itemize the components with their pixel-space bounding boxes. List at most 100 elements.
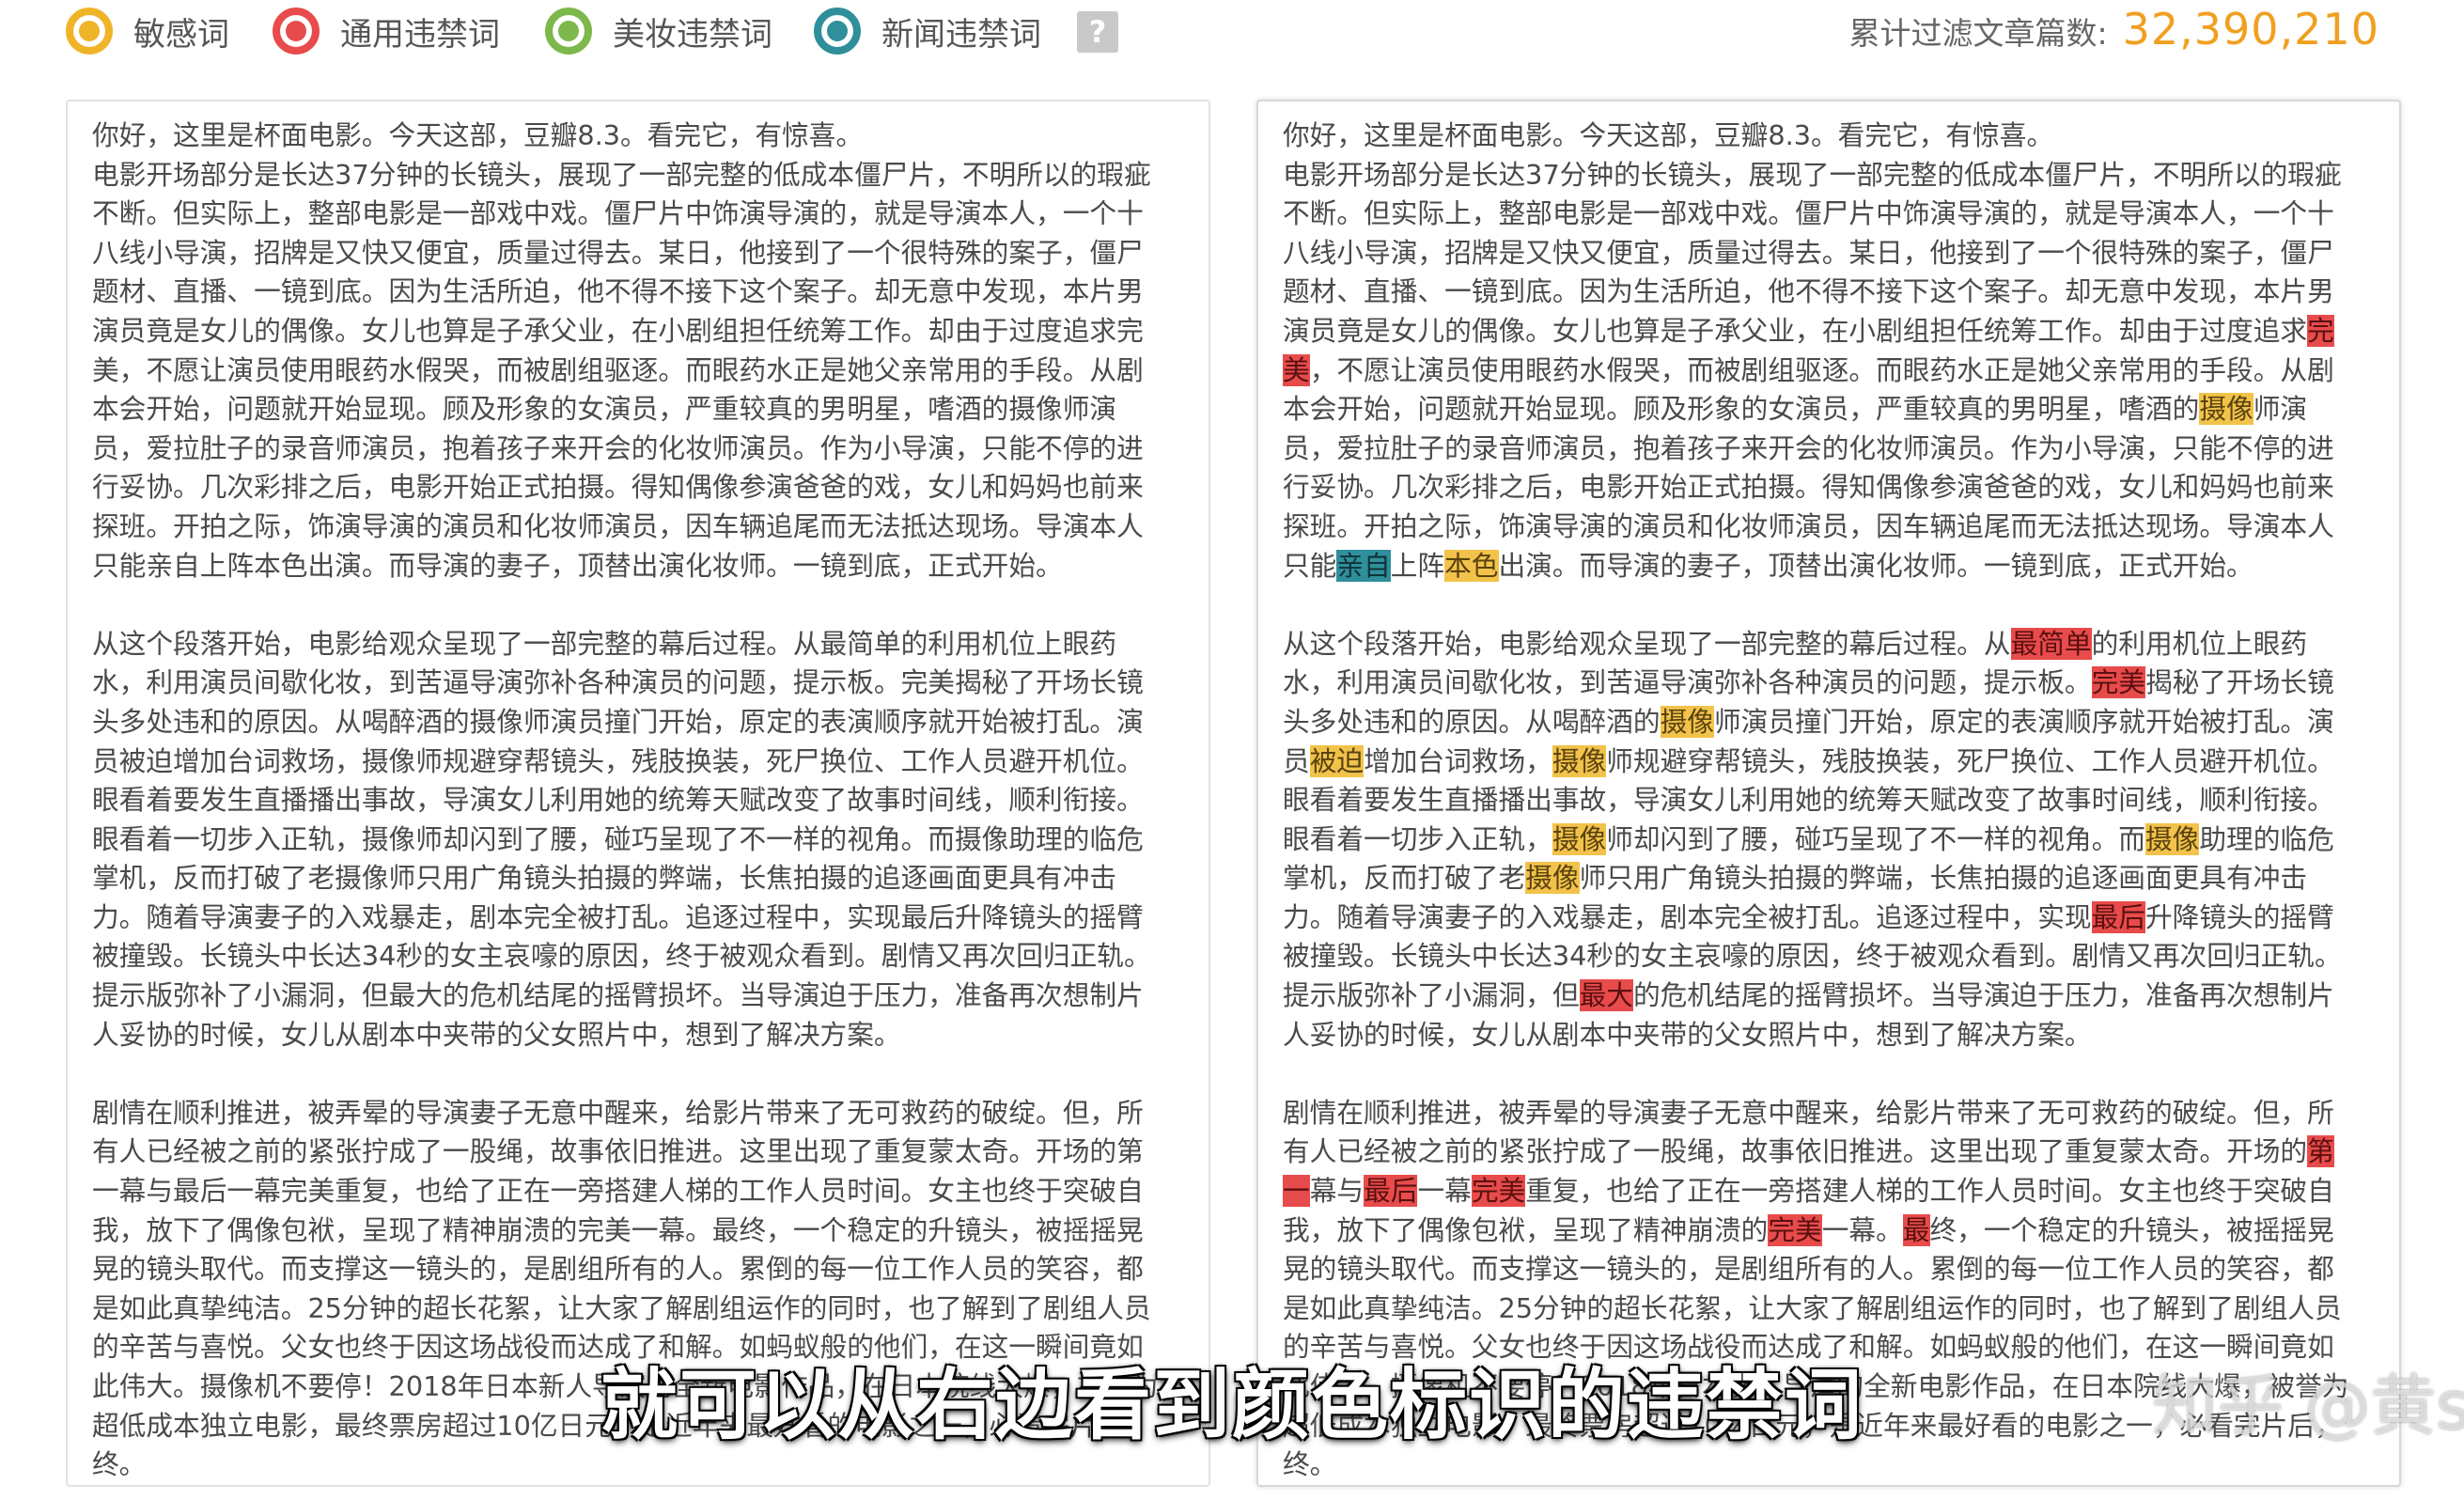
text-line: 掌机，反而打破了老摄像师只用广角镜头拍摄的弊端，长焦拍摄的追逐画面更具有冲击 bbox=[1283, 862, 2308, 895]
text-line: 行妥协。几次彩排之后，电影开始正式拍摄。得知偶像参演爸爸的戏，女儿和妈妈也前来 bbox=[92, 471, 1144, 504]
input-text-area[interactable]: 你好，这里是杯面电影。今天这部，豆瓣8.3。看完它，有惊喜。电影开场部分是长达3… bbox=[92, 117, 1184, 1485]
text-line: 探班。开拍之际，饰演导演的演员和化妆师演员，因车辆追尾而无法抵达现场。导演本人 bbox=[1283, 509, 2334, 542]
text-line: 八线小导演，招牌是又快又便宜，质量过得去。某日，他接到了一个很特殊的案子，僵尸 bbox=[92, 236, 1144, 269]
help-icon[interactable]: ? bbox=[1077, 11, 1118, 53]
text-line: 我，放下了偶像包袱，呈现了精神崩溃的完美一幕。最终，一个稳定的升镜头，被摇摇晃 bbox=[92, 1213, 1144, 1246]
text-line: 你好，这里是杯面电影。今天这部，豆瓣8.3。看完它，有惊喜。 bbox=[92, 119, 864, 151]
text-line: 晃的镜头取代。而支撑这一镜头的，是剧组所有的人。累倒的每一位工作人员的笑容，都 bbox=[92, 1253, 1144, 1286]
text-line: 人妥协的时候，女儿从剧本中夹带的父女照片中，想到了解决方案。 bbox=[92, 1018, 901, 1051]
text-line: 八线小导演，招牌是又快又便宜，质量过得去。某日，他接到了一个很特殊的案子，僵尸 bbox=[1283, 236, 2334, 269]
highlighted-banned-word[interactable]: 完美 bbox=[1768, 1213, 1822, 1246]
legend-label: 通用违禁词 bbox=[340, 15, 500, 54]
video-subtitle: 就可以从右边看到颜色标识的违禁词 bbox=[600, 1361, 1864, 1450]
text-line: 力。随着导演妻子的入戏暴走，剧本完全被打乱。追逐过程中，实现最后升降镜头的摇臂 bbox=[92, 900, 1144, 933]
text-line: 演员竟是女儿的偶像。女儿也算是子承父业，在小剧组担任统筹工作。却由于过度追求完 bbox=[92, 314, 1144, 347]
highlighted-result-text: 你好，这里是杯面电影。今天这部，豆瓣8.3。看完它，有惊喜。电影开场部分是长达3… bbox=[1283, 117, 2375, 1485]
highlighted-banned-word[interactable]: 最后 bbox=[1364, 1175, 1418, 1208]
highlighted-banned-word[interactable]: 完 bbox=[2307, 314, 2334, 347]
legend-label: 新闻违禁词 bbox=[881, 15, 1041, 54]
text-line: 掌机，反而打破了老摄像师只用广角镜头拍摄的弊端，长焦拍摄的追逐画面更具有冲击 bbox=[92, 862, 1117, 895]
highlighted-banned-word[interactable]: 第 bbox=[2307, 1135, 2334, 1168]
highlighted-banned-word[interactable]: 被迫 bbox=[1309, 744, 1365, 777]
highlighted-banned-word[interactable]: 摄像 bbox=[2145, 822, 2200, 855]
text-line: 一幕与最后一幕完美重复，也给了正在一旁搭建人梯的工作人员时间。女主也终于突破自 bbox=[1283, 1175, 2334, 1208]
text-line: 有人已经被之前的紧张拧成了一股绳，故事依旧推进。这里出现了重复蒙太奇。开场的第 bbox=[1283, 1135, 2334, 1168]
text-line: 只能亲自上阵本色出演。而导演的妻子，顶替出演化妆师。一镜到底，正式开始。 bbox=[92, 549, 1063, 582]
highlighted-banned-word[interactable]: 摄像 bbox=[1525, 862, 1580, 895]
text-line: 眼看着一切步入正轨，摄像师却闪到了腰，碰巧呈现了不一样的视角。而摄像助理的临危 bbox=[1283, 822, 2334, 855]
text-line: 是如此真挚纯洁。25分钟的超长花絮，让大家了解剧组运作的同时，也了解到了剧组人员 bbox=[92, 1291, 1151, 1324]
counter-value: 32,390,210 bbox=[2122, 4, 2379, 55]
text-line: 被撞毁。长镜头中长达34秒的女主哀嚎的原因，终于被观众看到。剧情又再次回归正轨。 bbox=[92, 940, 1151, 973]
text-line: 提示版弥补了小漏洞，但最大的危机结尾的摇臂损坏。当导演迫于压力，准备再次想制片 bbox=[92, 979, 1144, 1012]
highlighted-banned-word[interactable]: 完美 bbox=[1471, 1175, 1526, 1208]
text-line: 演员竟是女儿的偶像。女儿也算是子承父业，在小剧组担任统筹工作。却由于过度追求完 bbox=[1283, 314, 2334, 347]
highlighted-banned-word[interactable]: 摄像 bbox=[2199, 393, 2253, 426]
result-text-panel: 你好，这里是杯面电影。今天这部，豆瓣8.3。看完它，有惊喜。电影开场部分是长达3… bbox=[1256, 100, 2401, 1487]
text-line: 一幕与最后一幕完美重复，也给了正在一旁搭建人梯的工作人员时间。女主也终于突破自 bbox=[92, 1175, 1144, 1208]
highlighted-banned-word[interactable]: 本色 bbox=[1444, 549, 1499, 582]
legend-sensitive-word[interactable]: 敏感词 bbox=[66, 8, 229, 55]
text-line: 晃的镜头取代。而支撑这一镜头的，是剧组所有的人。累倒的每一位工作人员的笑容，都 bbox=[1283, 1253, 2334, 1286]
text-line: 电影开场部分是长达37分钟的长镜头，展现了一部完整的低成本僵尸片，不明所以的瑕疵 bbox=[1283, 158, 2342, 191]
text-line: 不断。但实际上，整部电影是一部戏中戏。僵尸片中饰演导演的，就是导演本人，一个十 bbox=[92, 197, 1144, 230]
highlighted-banned-word[interactable]: 摄像 bbox=[1552, 744, 1607, 777]
beauty-banned-dot-icon bbox=[545, 8, 592, 55]
text-line: 本会开始，问题就开始显现。顾及形象的女演员，严重较真的男明星，嗜酒的摄像师演 bbox=[1283, 393, 2308, 426]
text-line: 只能亲自上阵本色出演。而导演的妻子，顶替出演化妆师。一镜到底，正式开始。 bbox=[1283, 549, 2253, 582]
text-line: 水，利用演员间歇化妆，到苦逼导演弥补各种演员的问题，提示板。完美揭秘了开场长镜 bbox=[92, 666, 1144, 699]
highlighted-banned-word[interactable]: 美 bbox=[1283, 353, 1310, 386]
text-line: 眼看着要发生直播播出事故，导演女儿利用她的统筹天赋改变了故事时间线，顺利衔接。 bbox=[92, 784, 1144, 817]
general-banned-dot-icon bbox=[273, 8, 320, 55]
text-line: 眼看着一切步入正轨，摄像师却闪到了腰，碰巧呈现了不一样的视角。而摄像助理的临危 bbox=[92, 822, 1144, 855]
text-line: 美，不愿让演员使用眼药水假哭，而被剧组驱逐。而眼药水正是她父亲常用的手段。从剧 bbox=[92, 353, 1144, 386]
text-line: 题材、直播、一镜到底。因为生活所迫，他不得不接下这个案子。却无意中发现，本片男 bbox=[92, 275, 1144, 308]
highlighted-banned-word[interactable]: 摄像 bbox=[1660, 705, 1714, 738]
legend-label: 美妆违禁词 bbox=[613, 15, 772, 54]
text-line: 电影开场部分是长达37分钟的长镜头，展现了一部完整的低成本僵尸片，不明所以的瑕疵 bbox=[92, 158, 1151, 191]
text-line: 从这个段落开始，电影给观众呈现了一部完整的幕后过程。从最简单的利用机位上眼药 bbox=[92, 627, 1117, 660]
filtered-article-counter: 累计过滤文章篇数: 32,390,210 bbox=[1848, 4, 2379, 55]
highlighted-banned-word[interactable]: 最大 bbox=[1579, 979, 1633, 1012]
text-line: 员，爱拉肚子的录音师演员，抱着孩子来开会的化妆师演员。作为小导演，只能不停的进 bbox=[92, 431, 1144, 464]
sensitive-word-dot-icon bbox=[66, 8, 113, 55]
text-line: 是如此真挚纯洁。25分钟的超长花絮，让大家了解剧组运作的同时，也了解到了剧组人员 bbox=[1283, 1291, 2342, 1324]
text-line: 题材、直播、一镜到底。因为生活所迫，他不得不接下这个案子。却无意中发现，本片男 bbox=[1283, 275, 2334, 308]
text-line: 从这个段落开始，电影给观众呈现了一部完整的幕后过程。从最简单的利用机位上眼药 bbox=[1283, 627, 2308, 660]
text-line: 本会开始，问题就开始显现。顾及形象的女演员，严重较真的男明星，嗜酒的摄像师演 bbox=[92, 393, 1117, 426]
text-line bbox=[1283, 586, 2375, 625]
legend-general-banned[interactable]: 通用违禁词 bbox=[273, 8, 500, 55]
highlighted-banned-word[interactable]: 一 bbox=[1283, 1175, 1310, 1208]
highlighted-banned-word[interactable]: 完美 bbox=[2091, 666, 2145, 699]
text-line: 眼看着要发生直播播出事故，导演女儿利用她的统筹天赋改变了故事时间线，顺利衔接。 bbox=[1283, 784, 2334, 817]
text-line: 你好，这里是杯面电影。今天这部，豆瓣8.3。看完它，有惊喜。 bbox=[1283, 119, 2054, 151]
text-line: 探班。开拍之际，饰演导演的演员和化妆师演员，因车辆追尾而无法抵达现场。导演本人 bbox=[92, 509, 1144, 542]
text-line: 头多处违和的原因。从喝醉酒的摄像师演员撞门开始，原定的表演顺序就开始被打乱。演 bbox=[92, 705, 1144, 738]
text-line: 头多处违和的原因。从喝醉酒的摄像师演员撞门开始，原定的表演顺序就开始被打乱。演 bbox=[1283, 705, 2334, 738]
legend-news-banned[interactable]: 新闻违禁词 bbox=[814, 8, 1041, 55]
highlighted-banned-word[interactable]: 最后 bbox=[2091, 900, 2145, 933]
text-line: 行妥协。几次彩排之后，电影开始正式拍摄。得知偶像参演爸爸的戏，女儿和妈妈也前来 bbox=[1283, 471, 2334, 504]
legend-label: 敏感词 bbox=[133, 15, 229, 54]
text-line: 力。随着导演妻子的入戏暴走，剧本完全被打乱。追逐过程中，实现最后升降镜头的摇臂 bbox=[1283, 900, 2334, 933]
text-line: 剧情在顺利推进，被弄晕的导演妻子无意中醒来，给影片带来了无可救药的破绽。但，所 bbox=[1283, 1096, 2334, 1129]
text-line bbox=[92, 1055, 1184, 1094]
text-line: 我，放下了偶像包袱，呈现了精神崩溃的完美一幕。最终，一个稳定的升镜头，被摇摇晃 bbox=[1283, 1213, 2334, 1246]
text-line: 剧情在顺利推进，被弄晕的导演妻子无意中醒来，给影片带来了无可救药的破绽。但，所 bbox=[92, 1096, 1144, 1129]
text-line: 员，爱拉肚子的录音师演员，抱着孩子来开会的化妆师演员。作为小导演，只能不停的进 bbox=[1283, 431, 2334, 464]
text-line: 人妥协的时候，女儿从剧本中夹带的父女照片中，想到了解决方案。 bbox=[1283, 1018, 2092, 1051]
highlighted-banned-word[interactable]: 亲自 bbox=[1336, 549, 1391, 582]
text-line: 不断。但实际上，整部电影是一部戏中戏。僵尸片中饰演导演的，就是导演本人，一个十 bbox=[1283, 197, 2334, 230]
text-line: 美，不愿让演员使用眼药水假哭，而被剧组驱逐。而眼药水正是她父亲常用的手段。从剧 bbox=[1283, 353, 2334, 386]
text-line: 被撞毁。长镜头中长达34秒的女主哀嚎的原因，终于被观众看到。剧情又再次回归正轨。 bbox=[1283, 940, 2342, 973]
text-line: 水，利用演员间歇化妆，到苦逼导演弥补各种演员的问题，提示板。完美揭秘了开场长镜 bbox=[1283, 666, 2334, 699]
text-line: 员被迫增加台词救场，摄像师规避穿帮镜头，残肢换装，死尸换位、工作人员避开机位。 bbox=[1283, 744, 2334, 777]
legend-beauty-banned[interactable]: 美妆违禁词 bbox=[545, 8, 772, 55]
input-text-panel[interactable]: 你好，这里是杯面电影。今天这部，豆瓣8.3。看完它，有惊喜。电影开场部分是长达3… bbox=[66, 100, 1210, 1487]
highlighted-banned-word[interactable]: 最 bbox=[1902, 1213, 1930, 1246]
highlighted-banned-word[interactable]: 最简单 bbox=[2010, 627, 2092, 660]
text-line bbox=[92, 586, 1184, 625]
highlighted-banned-word[interactable]: 摄像 bbox=[1552, 822, 1607, 855]
counter-label: 累计过滤文章篇数: bbox=[1848, 15, 2108, 52]
text-line bbox=[1283, 1055, 2375, 1094]
